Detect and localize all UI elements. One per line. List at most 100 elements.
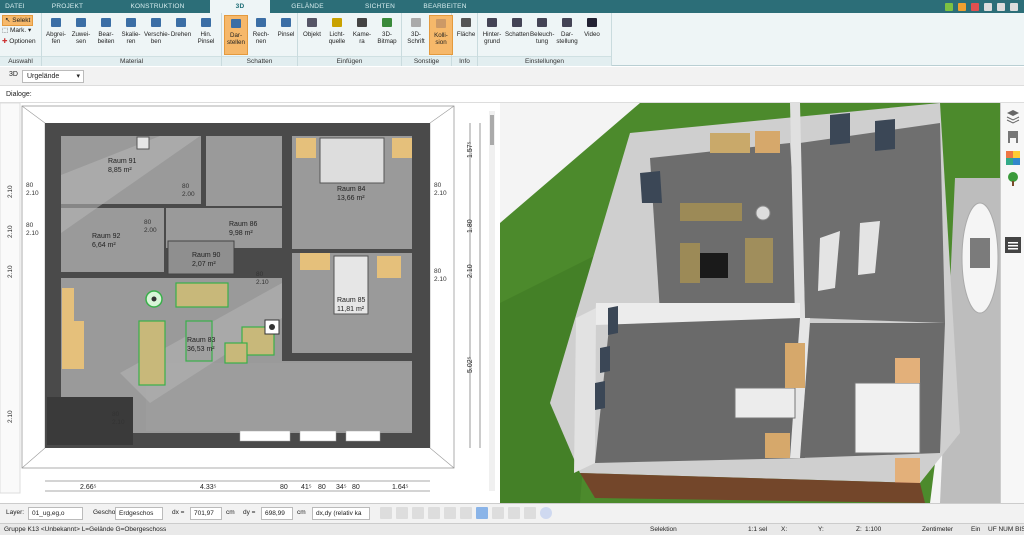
room-label[interactable]: Raum 92 (92, 233, 121, 240)
quick-tool-icon[interactable] (958, 2, 966, 11)
room-label[interactable]: Raum 91 (108, 158, 137, 165)
pipette-icon (49, 16, 63, 29)
room-label[interactable]: Raum 83 (187, 337, 216, 344)
main-tab-bar: DATEI PROJEKT KONSTRUKTION 3D GELÄNDE SI… (0, 0, 1024, 13)
dimension-label: 5.02⁵ (467, 356, 474, 373)
kollision-button[interactable]: Kolli-sion (429, 15, 453, 55)
options-button[interactable]: ✚ Optionen (2, 37, 36, 46)
maximize-icon[interactable] (997, 2, 1005, 11)
tab-sichten[interactable]: SICHTEN (345, 0, 415, 13)
menu-icon[interactable] (1004, 237, 1021, 253)
tab-datei[interactable]: DATEI (0, 0, 30, 13)
room-label[interactable]: Raum 86 (229, 221, 258, 228)
verschieben-button[interactable]: Verschie-ben (144, 15, 170, 55)
tab-bearbeiten[interactable]: BEARBEITEN (415, 0, 475, 13)
tool-icon[interactable] (396, 507, 408, 519)
close-icon[interactable] (1010, 2, 1018, 11)
snap-icon[interactable] (540, 507, 552, 519)
bitmap-button[interactable]: 3D- Bitmap (375, 15, 399, 55)
select-button[interactable]: ↖ Selekt (2, 15, 34, 26)
room-label[interactable]: Raum 85 (337, 297, 366, 304)
abgreifen-button[interactable]: Abgrei-fen (44, 15, 68, 55)
hintergrund-button[interactable]: Hinter-grund (480, 15, 504, 55)
tool-icon[interactable] (508, 507, 520, 519)
svg-text:2.10: 2.10 (434, 276, 447, 283)
tab-3d[interactable]: 3D (210, 0, 270, 13)
quick-tool-icon[interactable] (971, 2, 979, 11)
rechnen-button[interactable]: Rech-nen (249, 15, 273, 55)
darstellung-button[interactable]: Dar-stellung (555, 15, 579, 55)
furniture-icon[interactable] (1005, 129, 1021, 145)
room-label[interactable]: Raum 90 (192, 252, 221, 259)
geschoss-select[interactable]: Erdgeschos (115, 507, 163, 520)
dx-label: dx = (172, 509, 185, 516)
scrollbar-thumb[interactable] (490, 115, 494, 145)
tool-icon[interactable] (380, 507, 392, 519)
tab-projekt[interactable]: PROJEKT (30, 0, 105, 13)
pinsel-button[interactable]: Pinsel (274, 15, 298, 55)
drehen-button[interactable]: Drehen (169, 15, 193, 55)
button-label: Licht- (329, 31, 345, 38)
rotate-icon (174, 16, 188, 29)
room-label[interactable]: Raum 84 (337, 186, 366, 193)
brush-icon (199, 16, 213, 29)
skalieren-button[interactable]: Skalie-ren (119, 15, 143, 55)
minimize-icon[interactable] (984, 2, 992, 11)
brush-icon (279, 16, 293, 29)
dimension-label: 1.80 (467, 219, 474, 233)
button-label: Bitmap (377, 38, 397, 45)
svg-text:80: 80 (182, 183, 190, 190)
quick-tool-icon[interactable] (945, 2, 953, 11)
tree-icon[interactable] (1005, 171, 1021, 187)
button-label: 3D- (411, 31, 421, 38)
button-label: Dar- (560, 31, 574, 38)
button-label: Hinter- (482, 31, 502, 38)
floor-plan-view[interactable]: 80 2.10 80 2.10 80 2.10 80 2.10 80 2.10 80 2.0… (0, 103, 500, 503)
button-label: quelle (328, 38, 346, 45)
button-label: tung (535, 38, 549, 45)
button-label: grund (484, 38, 500, 45)
button-label: Schrift (407, 38, 425, 45)
lichtquelle-button[interactable]: Licht-quelle (325, 15, 349, 55)
kamera-button[interactable]: Kame-ra (350, 15, 374, 55)
tool-icon[interactable] (444, 507, 456, 519)
tab-konstruktion[interactable]: KONSTRUKTION (105, 0, 210, 13)
group-schatten: Dar-stellen Rech-nen Pinsel Schatten (222, 13, 298, 66)
pinsel-button[interactable]: Hin. Pinsel (194, 15, 218, 55)
svg-text:80: 80 (144, 219, 152, 226)
objekt-button[interactable]: Objekt (300, 15, 324, 55)
dimension-label: 80 (280, 484, 288, 491)
floor-plan-canvas[interactable]: 802.10 802.10 802.10 802.10 802.10 802.0… (0, 103, 500, 503)
schrift-button[interactable]: 3D- Schrift (404, 15, 428, 55)
materials-icon[interactable] (1005, 150, 1021, 166)
video-button[interactable]: Video (580, 15, 604, 55)
dy-input[interactable]: 698,99 (261, 507, 293, 520)
flaeche-button[interactable]: Fläche (454, 15, 478, 55)
schatten-button[interactable]: Schatten (505, 15, 529, 55)
tab-gelaende[interactable]: GELÄNDE (270, 0, 345, 13)
tool-icon[interactable] (492, 507, 504, 519)
svg-text:80: 80 (26, 222, 34, 229)
tool-icon[interactable] (412, 507, 424, 519)
layers-icon[interactable] (1005, 108, 1021, 124)
layer-select[interactable]: 01_ug,eg,o (28, 507, 83, 520)
beleuchtung-button[interactable]: Beleuch-tung (530, 15, 554, 55)
darstellen-button[interactable]: Dar-stellen (224, 15, 248, 55)
3d-view[interactable] (500, 103, 1000, 503)
dx-input[interactable]: 701,97 (190, 507, 222, 520)
bearbeiten-button[interactable]: Bear-beiten (94, 15, 118, 55)
tool-icon[interactable] (476, 507, 488, 519)
tool-icon[interactable] (428, 507, 440, 519)
button-label: Skalie- (121, 31, 141, 38)
svg-text:2.10: 2.10 (7, 410, 14, 423)
terrain-dropdown[interactable]: Urgelände ▾ (22, 70, 84, 83)
relative-mode-select[interactable]: dx,dy (relativ ka (312, 507, 370, 520)
tool-icon[interactable] (524, 507, 536, 519)
ribbon-toolbar: ↖ Selekt ⬚ Mark. ▾ ✚ Optionen Auswahl Ab… (0, 13, 1024, 66)
3d-canvas[interactable] (500, 103, 1000, 503)
tool-icon[interactable] (460, 507, 472, 519)
mark-button[interactable]: ⬚ Mark. ▾ (2, 26, 31, 35)
group-sonstige: 3D- Schrift Kolli-sion Sonstige (402, 13, 453, 66)
button-label: Pinsel (197, 38, 215, 45)
zuweisen-button[interactable]: Zuwei-sen (69, 15, 93, 55)
